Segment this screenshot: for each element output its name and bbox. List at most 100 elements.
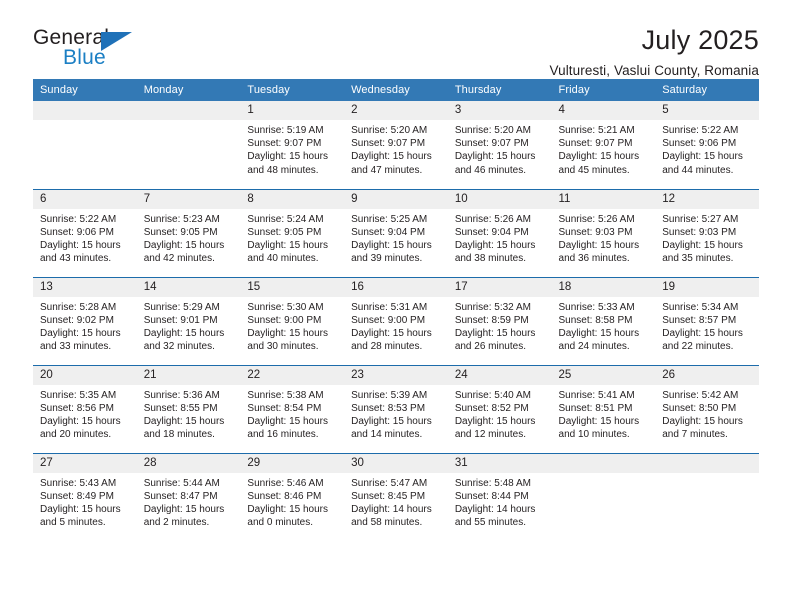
day-number: 22	[240, 365, 345, 385]
day-details: Sunrise: 5:20 AM Sunset: 9:07 PM Daylight:…	[344, 120, 448, 177]
calendar-day-cell[interactable]: 21 Sunrise: 5:36 AM Sunset: 8:55 PM Dayligh…	[136, 364, 241, 453]
sunset-text: Sunset: 9:06 PM	[40, 226, 114, 238]
calendar-day-cell[interactable]: 26 Sunrise: 5:42 AM Sunset: 8:50 PM Dayligh…	[655, 364, 759, 453]
calendar-day-cell[interactable]: 17 Sunrise: 5:32 AM Sunset: 8:59 PM Dayligh…	[447, 276, 552, 365]
sunrise-text: Sunrise: 5:34 AM	[662, 301, 739, 313]
sunrise-text: Sunrise: 5:20 AM	[454, 125, 531, 136]
sunrise-text: Sunrise: 5:48 AM	[454, 477, 531, 489]
daylight-text: Daylight: 15 hours and 39 minutes.	[351, 239, 432, 265]
daylight-text: Daylight: 15 hours and 38 minutes.	[454, 239, 536, 265]
calendar-day-cell[interactable]: 31 Sunrise: 5:48 AM Sunset: 8:44 PM Dayligh…	[447, 452, 552, 541]
daylight-text: Daylight: 15 hours and 20 minutes.	[40, 415, 121, 441]
sunrise-text: Sunrise: 5:36 AM	[143, 389, 220, 401]
day-number	[551, 453, 656, 473]
calendar-day-cell[interactable]: 5 Sunrise: 5:22 AM Sunset: 9:06 PM Daylight…	[655, 101, 759, 189]
day-details: Sunrise: 5:44 AM Sunset: 8:47 PM Daylight:…	[137, 473, 241, 530]
day-number: 19	[655, 277, 759, 297]
calendar-day-cell[interactable]: 14 Sunrise: 5:29 AM Sunset: 9:01 PM Dayligh…	[136, 276, 241, 365]
weekday-header-friday: Friday	[551, 79, 656, 101]
day-number: 10	[447, 189, 552, 209]
day-details: Sunrise: 5:33 AM Sunset: 8:58 PM Daylight:…	[552, 297, 656, 354]
calendar-day-cell[interactable]: 3 Sunrise: 5:20 AM Sunset: 9:07 PM Daylight…	[447, 101, 552, 189]
daylight-text: Daylight: 15 hours and 45 minutes.	[558, 151, 640, 176]
general-blue-logo[interactable]: General Blue	[33, 26, 151, 78]
day-number: 30	[344, 453, 448, 473]
day-details: Sunrise: 5:25 AM Sunset: 9:04 PM Daylight:…	[344, 209, 448, 266]
sunrise-text: Sunrise: 5:28 AM	[40, 301, 117, 313]
sunset-text: Sunset: 8:59 PM	[454, 314, 529, 326]
calendar-day-cell[interactable]: 4 Sunrise: 5:21 AM Sunset: 9:07 PM Daylight…	[551, 101, 656, 189]
calendar-day-cell[interactable]: 13 Sunrise: 5:28 AM Sunset: 9:02 PM Dayligh…	[33, 276, 137, 365]
calendar-day-cell-empty	[33, 101, 137, 189]
calendar-day-cell[interactable]: 29 Sunrise: 5:46 AM Sunset: 8:46 PM Dayligh…	[240, 452, 345, 541]
sunset-text: Sunset: 8:50 PM	[662, 402, 737, 414]
calendar-day-cell[interactable]: 23 Sunrise: 5:39 AM Sunset: 8:53 PM Dayligh…	[344, 364, 448, 453]
calendar-week-row: 1 Sunrise: 5:19 AM Sunset: 9:07 PM Daylight…	[33, 101, 759, 189]
sunrise-text: Sunrise: 5:20 AM	[351, 125, 428, 136]
calendar-body: 1 Sunrise: 5:19 AM Sunset: 9:07 PM Daylight…	[33, 101, 759, 541]
calendar-day-cell[interactable]: 8 Sunrise: 5:24 AM Sunset: 9:05 PM Daylight…	[240, 188, 345, 277]
sunrise-text: Sunrise: 5:26 AM	[558, 213, 635, 225]
calendar-day-cell[interactable]: 16 Sunrise: 5:31 AM Sunset: 9:00 PM Dayligh…	[344, 276, 448, 365]
day-number: 27	[33, 453, 137, 473]
calendar-day-cell[interactable]: 30 Sunrise: 5:47 AM Sunset: 8:45 PM Dayligh…	[344, 452, 448, 541]
day-details: Sunrise: 5:29 AM Sunset: 9:01 PM Daylight:…	[137, 297, 241, 354]
calendar-day-cell[interactable]: 25 Sunrise: 5:41 AM Sunset: 8:51 PM Dayligh…	[551, 364, 656, 453]
calendar-day-cell[interactable]: 10 Sunrise: 5:26 AM Sunset: 9:04 PM Dayligh…	[447, 188, 552, 277]
calendar-day-cell[interactable]: 12 Sunrise: 5:27 AM Sunset: 9:03 PM Dayligh…	[655, 188, 759, 277]
calendar-day-cell[interactable]: 20 Sunrise: 5:35 AM Sunset: 8:56 PM Dayligh…	[33, 364, 137, 453]
sunset-text: Sunset: 8:52 PM	[454, 402, 529, 414]
calendar-day-cell[interactable]: 18 Sunrise: 5:33 AM Sunset: 8:58 PM Dayligh…	[551, 276, 656, 365]
day-details: Sunrise: 5:26 AM Sunset: 9:03 PM Daylight:…	[552, 209, 656, 266]
sunrise-text: Sunrise: 5:23 AM	[143, 213, 220, 225]
daylight-text: Daylight: 15 hours and 16 minutes.	[247, 415, 329, 441]
daylight-text: Daylight: 15 hours and 2 minutes.	[143, 503, 225, 529]
daylight-text: Daylight: 15 hours and 43 minutes.	[40, 239, 121, 265]
day-details: Sunrise: 5:19 AM Sunset: 9:07 PM Daylight:…	[240, 120, 344, 177]
daylight-text: Daylight: 15 hours and 18 minutes.	[143, 415, 225, 441]
sunrise-text: Sunrise: 5:42 AM	[662, 389, 739, 401]
sunrise-text: Sunrise: 5:41 AM	[558, 389, 635, 401]
sunset-text: Sunset: 9:07 PM	[247, 138, 322, 150]
sunrise-text: Sunrise: 5:22 AM	[662, 125, 739, 136]
sunset-text: Sunset: 9:02 PM	[40, 314, 114, 326]
calendar-day-cell[interactable]: 11 Sunrise: 5:26 AM Sunset: 9:03 PM Dayligh…	[551, 188, 656, 277]
day-number: 26	[655, 365, 759, 385]
sunset-text: Sunset: 8:58 PM	[558, 314, 633, 326]
sunrise-text: Sunrise: 5:32 AM	[454, 301, 531, 313]
calendar-day-cell[interactable]: 2 Sunrise: 5:20 AM Sunset: 9:07 PM Daylight…	[344, 101, 448, 189]
calendar-day-cell[interactable]: 22 Sunrise: 5:38 AM Sunset: 8:54 PM Dayligh…	[240, 364, 345, 453]
calendar-day-cell[interactable]: 28 Sunrise: 5:44 AM Sunset: 8:47 PM Dayligh…	[136, 452, 241, 541]
calendar-day-cell[interactable]: 9 Sunrise: 5:25 AM Sunset: 9:04 PM Daylight…	[344, 188, 448, 277]
daylight-text: Daylight: 15 hours and 36 minutes.	[558, 239, 640, 265]
day-number: 24	[447, 365, 552, 385]
sunrise-text: Sunrise: 5:19 AM	[247, 125, 324, 136]
calendar-day-cell[interactable]: 6 Sunrise: 5:22 AM Sunset: 9:06 PM Daylight…	[33, 188, 137, 277]
weekday-header-sunday: Sunday	[33, 79, 137, 101]
calendar-day-cell-empty	[136, 101, 241, 189]
day-details: Sunrise: 5:39 AM Sunset: 8:53 PM Daylight:…	[344, 385, 448, 442]
calendar-day-cell[interactable]: 24 Sunrise: 5:40 AM Sunset: 8:52 PM Dayligh…	[447, 364, 552, 453]
daylight-text: Daylight: 15 hours and 12 minutes.	[454, 415, 536, 441]
calendar-day-cell[interactable]: 27 Sunrise: 5:43 AM Sunset: 8:49 PM Dayligh…	[33, 452, 137, 541]
day-number: 17	[447, 277, 552, 297]
daylight-text: Daylight: 15 hours and 40 minutes.	[247, 239, 329, 265]
calendar-day-cell[interactable]: 1 Sunrise: 5:19 AM Sunset: 9:07 PM Daylight…	[240, 101, 345, 189]
day-details: Sunrise: 5:48 AM Sunset: 8:44 PM Daylight:…	[448, 473, 552, 530]
daylight-text: Daylight: 15 hours and 42 minutes.	[143, 239, 225, 265]
day-details: Sunrise: 5:41 AM Sunset: 8:51 PM Daylight:…	[552, 385, 656, 442]
day-details: Sunrise: 5:36 AM Sunset: 8:55 PM Daylight:…	[137, 385, 241, 442]
day-details: Sunrise: 5:42 AM Sunset: 8:50 PM Daylight:…	[655, 385, 759, 442]
calendar-day-cell[interactable]: 15 Sunrise: 5:30 AM Sunset: 9:00 PM Dayligh…	[240, 276, 345, 365]
calendar-day-cell[interactable]: 19 Sunrise: 5:34 AM Sunset: 8:57 PM Dayligh…	[655, 276, 759, 365]
title-block: July 2025 Vulturesti, Vaslui County, Rom…	[151, 25, 759, 79]
day-number	[136, 101, 241, 120]
daylight-text: Daylight: 15 hours and 28 minutes.	[351, 327, 432, 353]
page-title: July 2025	[641, 25, 759, 55]
day-number: 12	[655, 189, 759, 209]
day-number: 28	[136, 453, 241, 473]
day-details: Sunrise: 5:40 AM Sunset: 8:52 PM Daylight:…	[448, 385, 552, 442]
sunrise-text: Sunrise: 5:21 AM	[558, 125, 635, 136]
day-details: Sunrise: 5:28 AM Sunset: 9:02 PM Daylight:…	[33, 297, 137, 354]
calendar-day-cell[interactable]: 7 Sunrise: 5:23 AM Sunset: 9:05 PM Daylight…	[136, 188, 241, 277]
